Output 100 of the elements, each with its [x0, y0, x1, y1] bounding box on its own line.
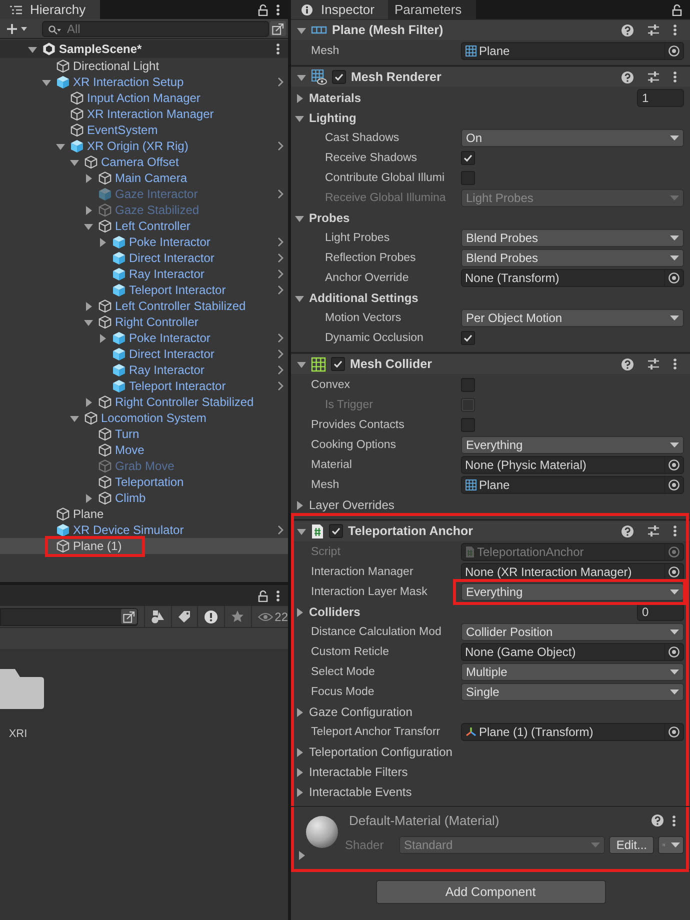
more-icon[interactable] — [673, 71, 677, 83]
disclosure-triangle-icon[interactable] — [295, 214, 304, 222]
tree-item[interactable]: EventSystem — [0, 122, 288, 138]
folder-icon[interactable] — [0, 669, 44, 709]
tree-item[interactable]: Plane — [0, 506, 288, 522]
foldout[interactable]: Additional Settings — [295, 291, 418, 305]
tree-item[interactable]: Teleport Interactor — [0, 282, 288, 298]
tree-item[interactable]: XR Interaction Manager — [0, 106, 288, 122]
panel-tab[interactable]: Inspector — [291, 0, 388, 19]
checkbox[interactable] — [461, 331, 475, 345]
more-icon[interactable] — [673, 525, 677, 537]
disclosure-triangle-icon[interactable] — [295, 114, 304, 122]
sliders-icon[interactable] — [647, 358, 660, 370]
list-dropdown-button[interactable] — [658, 836, 684, 854]
disclosure-triangle-icon[interactable] — [295, 768, 304, 776]
tree-item[interactable]: Left Controller — [0, 218, 288, 234]
lock-icon[interactable] — [672, 4, 682, 16]
chevron-icon[interactable] — [277, 525, 284, 535]
disclosure-triangle-icon[interactable] — [84, 174, 93, 182]
dropdown[interactable]: Blend Probes — [461, 229, 684, 247]
tree-item[interactable]: Climb — [0, 490, 288, 506]
chevron-icon[interactable] — [277, 333, 284, 343]
object-field[interactable]: Plane — [461, 42, 684, 60]
tree-item[interactable]: XR Origin (XR Rig) — [0, 138, 288, 154]
dropdown[interactable]: On — [461, 129, 684, 147]
panel-tab[interactable]: Hierarchy — [0, 0, 100, 19]
disclosure-triangle-icon[interactable] — [70, 414, 79, 422]
asset-name[interactable]: XRI — [8, 728, 28, 740]
help-icon[interactable] — [621, 358, 634, 370]
dropdown[interactable]: Collider Position — [461, 623, 684, 641]
tree-item[interactable]: Locomotion System — [0, 410, 288, 426]
tree-item[interactable]: Ray Interactor — [0, 362, 288, 378]
dropdown[interactable]: Everything — [461, 436, 684, 454]
disclosure-triangle-icon[interactable] — [295, 294, 304, 302]
chevron-icon[interactable] — [277, 237, 284, 247]
foldout[interactable]: Lighting — [295, 111, 356, 125]
more-icon[interactable] — [673, 24, 677, 36]
foldout[interactable]: Probes — [295, 211, 350, 225]
checkbox[interactable] — [461, 151, 475, 165]
disclosure-triangle-icon[interactable] — [84, 398, 93, 406]
chevron-icon[interactable] — [277, 381, 284, 391]
disclosure-triangle-icon[interactable] — [56, 142, 65, 150]
disclosure-triangle-icon[interactable] — [297, 26, 306, 34]
foldout[interactable]: Teleportation Configuration — [295, 745, 452, 759]
disclosure-triangle-icon[interactable] — [297, 526, 306, 536]
disclosure-triangle-icon[interactable] — [297, 72, 306, 82]
help-icon[interactable] — [621, 24, 634, 36]
tree-item[interactable]: Plane (1) — [0, 538, 288, 554]
disclosure-triangle-icon[interactable] — [295, 94, 304, 102]
checkbox[interactable] — [461, 378, 475, 392]
chevron-icon[interactable] — [277, 141, 284, 151]
tree-item[interactable]: Direct Interactor — [0, 346, 288, 362]
chevron-icon[interactable] — [277, 253, 284, 263]
disclosure-triangle-icon[interactable] — [297, 360, 306, 368]
disclosure-triangle-icon[interactable] — [98, 334, 107, 342]
sliders-icon[interactable] — [647, 525, 660, 537]
disclosure-triangle-icon[interactable] — [42, 78, 51, 86]
disclosure-triangle-icon[interactable] — [297, 851, 306, 860]
tree-item[interactable]: Poke Interactor — [0, 234, 288, 250]
disclosure-triangle-icon[interactable] — [84, 302, 93, 310]
tree-item[interactable]: Ray Interactor — [0, 266, 288, 282]
foldout[interactable]: Interactable Events — [295, 785, 412, 799]
checkbox[interactable] — [461, 171, 475, 185]
disclosure-triangle-icon[interactable] — [84, 206, 93, 214]
disclosure-triangle-icon[interactable] — [98, 238, 107, 246]
foldout[interactable]: Gaze Configuration — [295, 705, 412, 719]
tree-item[interactable]: Input Action Manager — [0, 90, 288, 106]
more-icon[interactable] — [673, 358, 677, 370]
chevron-icon[interactable] — [277, 269, 284, 279]
chevron-icon[interactable] — [277, 285, 284, 295]
foldout[interactable]: Layer Overrides — [295, 498, 394, 512]
foldout[interactable]: Colliders — [295, 605, 360, 619]
add-menu-icon[interactable] — [6, 22, 28, 34]
tree-item[interactable]: Teleport Interactor — [0, 378, 288, 394]
disclosure-triangle-icon[interactable] — [295, 708, 304, 716]
sliders-icon[interactable] — [647, 71, 660, 83]
disclosure-triangle-icon[interactable] — [295, 748, 304, 756]
tree-item[interactable]: Poke Interactor — [0, 330, 288, 346]
tree-item[interactable]: Right Controller — [0, 314, 288, 330]
help-icon[interactable] — [651, 814, 664, 827]
more-icon[interactable] — [276, 4, 280, 16]
chevron-icon[interactable] — [277, 189, 284, 199]
checkbox[interactable] — [329, 524, 343, 538]
tree-item[interactable]: Left Controller Stabilized — [0, 298, 288, 314]
lock-icon[interactable] — [258, 4, 268, 16]
foldout[interactable]: Materials — [295, 91, 362, 105]
tree-item[interactable]: Directional Light — [0, 58, 288, 74]
disclosure-triangle-icon[interactable] — [84, 222, 93, 230]
lock-icon[interactable] — [258, 590, 268, 602]
tree-item[interactable]: Teleportation — [0, 474, 288, 490]
dropdown[interactable]: Everything — [461, 583, 684, 601]
number-field[interactable]: 1 — [637, 89, 684, 107]
tree-item[interactable]: Direct Interactor — [0, 250, 288, 266]
dropdown[interactable]: Single — [461, 683, 684, 701]
dropdown[interactable]: Blend Probes — [461, 249, 684, 267]
foldout[interactable]: Interactable Filters — [295, 765, 408, 779]
object-field[interactable]: None (Physic Material) — [461, 456, 684, 474]
more-icon[interactable] — [276, 43, 280, 55]
tree-item[interactable]: Move — [0, 442, 288, 458]
help-icon[interactable] — [621, 70, 634, 84]
